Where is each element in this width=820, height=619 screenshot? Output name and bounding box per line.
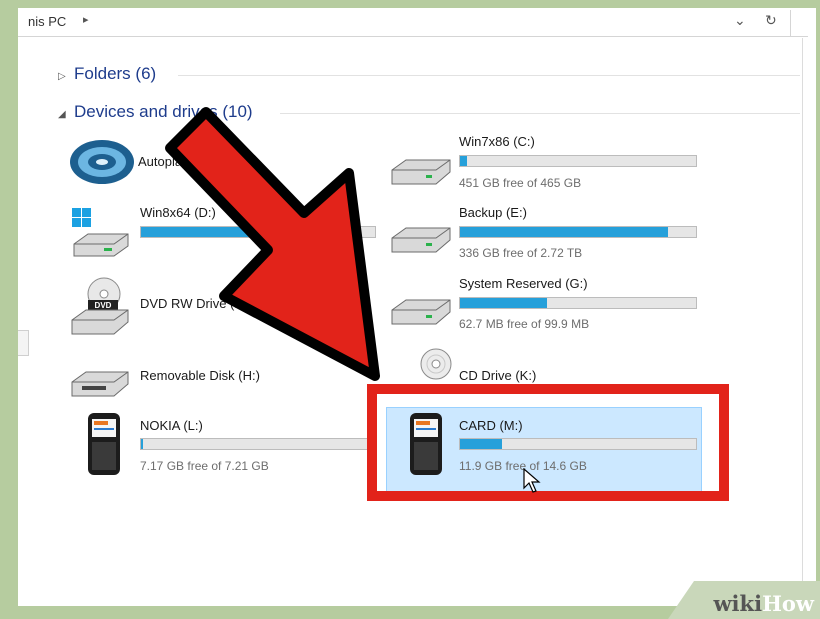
explorer-window: nis PC ▸ ⌄ ↻ ▷ Folders (6) ◢ Devices and d… (18, 8, 816, 606)
watermark-text: wikiHow (713, 591, 814, 616)
pointer-arrow-icon (165, 107, 380, 381)
watermark-logo: wikiHow (668, 581, 820, 619)
mouse-cursor-icon (523, 468, 541, 493)
